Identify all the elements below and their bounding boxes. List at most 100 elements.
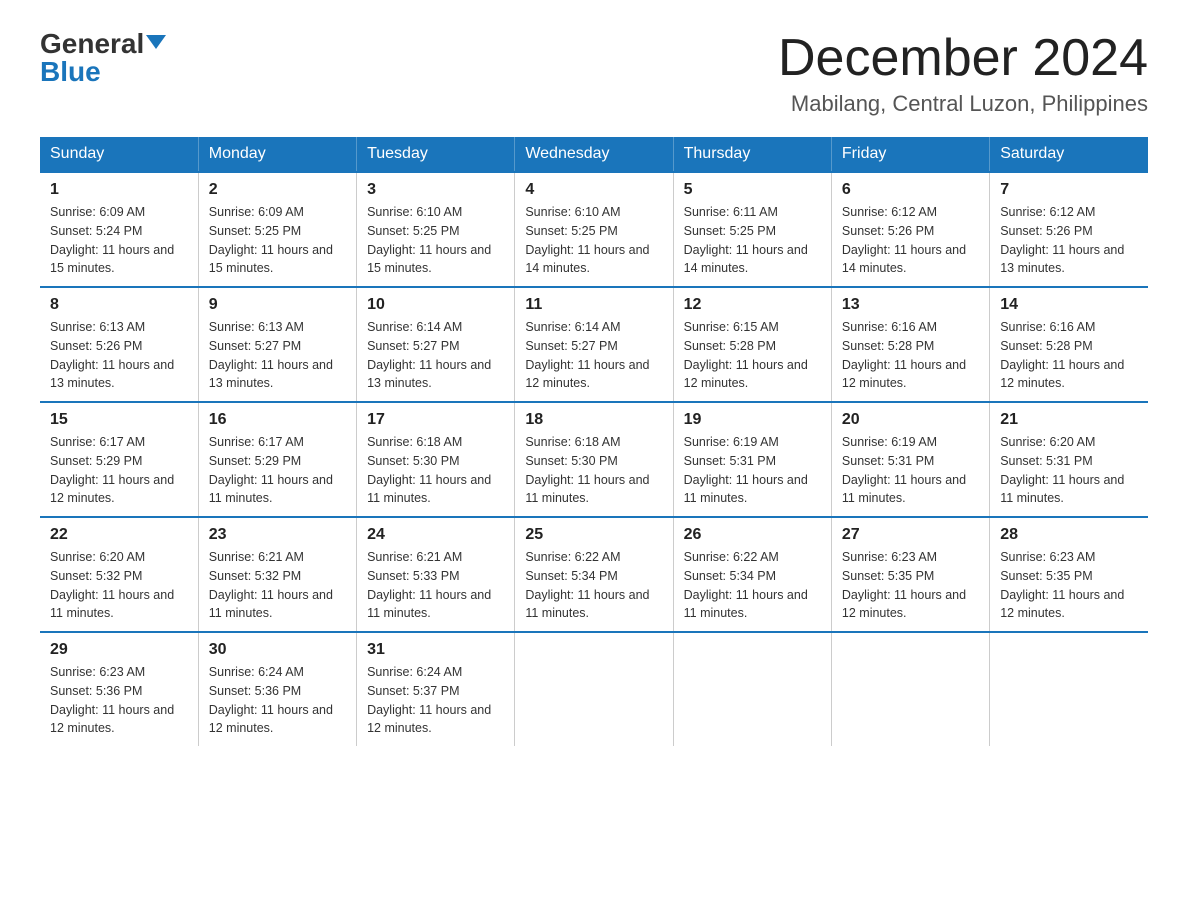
page-header: General Blue December 2024 Mabilang, Cen… [40, 30, 1148, 117]
calendar-cell: 22 Sunrise: 6:20 AMSunset: 5:32 PMDaylig… [40, 517, 198, 632]
header-cell-friday: Friday [831, 137, 989, 172]
calendar-cell: 13 Sunrise: 6:16 AMSunset: 5:28 PMDaylig… [831, 287, 989, 402]
calendar-cell: 12 Sunrise: 6:15 AMSunset: 5:28 PMDaylig… [673, 287, 831, 402]
calendar-cell: 9 Sunrise: 6:13 AMSunset: 5:27 PMDayligh… [198, 287, 356, 402]
day-info: Sunrise: 6:12 AMSunset: 5:26 PMDaylight:… [842, 203, 979, 278]
day-info: Sunrise: 6:11 AMSunset: 5:25 PMDaylight:… [684, 203, 821, 278]
header-cell-thursday: Thursday [673, 137, 831, 172]
day-info: Sunrise: 6:19 AMSunset: 5:31 PMDaylight:… [684, 433, 821, 508]
calendar-cell: 25 Sunrise: 6:22 AMSunset: 5:34 PMDaylig… [515, 517, 673, 632]
day-number: 28 [1000, 526, 1138, 544]
calendar-cell: 18 Sunrise: 6:18 AMSunset: 5:30 PMDaylig… [515, 402, 673, 517]
day-number: 24 [367, 526, 504, 544]
calendar-table: SundayMondayTuesdayWednesdayThursdayFrid… [40, 137, 1148, 746]
day-info: Sunrise: 6:18 AMSunset: 5:30 PMDaylight:… [525, 433, 662, 508]
day-number: 26 [684, 526, 821, 544]
calendar-cell: 17 Sunrise: 6:18 AMSunset: 5:30 PMDaylig… [357, 402, 515, 517]
calendar-cell: 1 Sunrise: 6:09 AMSunset: 5:24 PMDayligh… [40, 172, 198, 287]
calendar-cell [673, 632, 831, 746]
day-info: Sunrise: 6:22 AMSunset: 5:34 PMDaylight:… [684, 548, 821, 623]
day-number: 19 [684, 411, 821, 429]
day-info: Sunrise: 6:21 AMSunset: 5:32 PMDaylight:… [209, 548, 346, 623]
day-info: Sunrise: 6:13 AMSunset: 5:26 PMDaylight:… [50, 318, 188, 393]
calendar-cell [990, 632, 1148, 746]
calendar-cell: 20 Sunrise: 6:19 AMSunset: 5:31 PMDaylig… [831, 402, 989, 517]
calendar-cell: 5 Sunrise: 6:11 AMSunset: 5:25 PMDayligh… [673, 172, 831, 287]
calendar-body: 1 Sunrise: 6:09 AMSunset: 5:24 PMDayligh… [40, 172, 1148, 746]
day-info: Sunrise: 6:19 AMSunset: 5:31 PMDaylight:… [842, 433, 979, 508]
calendar-cell: 4 Sunrise: 6:10 AMSunset: 5:25 PMDayligh… [515, 172, 673, 287]
header-row: SundayMondayTuesdayWednesdayThursdayFrid… [40, 137, 1148, 172]
day-info: Sunrise: 6:16 AMSunset: 5:28 PMDaylight:… [842, 318, 979, 393]
calendar-cell: 6 Sunrise: 6:12 AMSunset: 5:26 PMDayligh… [831, 172, 989, 287]
calendar-cell: 31 Sunrise: 6:24 AMSunset: 5:37 PMDaylig… [357, 632, 515, 746]
calendar-cell: 14 Sunrise: 6:16 AMSunset: 5:28 PMDaylig… [990, 287, 1148, 402]
header-cell-wednesday: Wednesday [515, 137, 673, 172]
header-cell-tuesday: Tuesday [357, 137, 515, 172]
calendar-week-3: 15 Sunrise: 6:17 AMSunset: 5:29 PMDaylig… [40, 402, 1148, 517]
logo-blue-text: Blue [40, 58, 101, 86]
day-info: Sunrise: 6:14 AMSunset: 5:27 PMDaylight:… [525, 318, 662, 393]
day-number: 15 [50, 411, 188, 429]
day-number: 6 [842, 181, 979, 199]
day-info: Sunrise: 6:24 AMSunset: 5:36 PMDaylight:… [209, 663, 346, 738]
calendar-cell: 2 Sunrise: 6:09 AMSunset: 5:25 PMDayligh… [198, 172, 356, 287]
logo-general-text: General [40, 30, 144, 58]
day-info: Sunrise: 6:16 AMSunset: 5:28 PMDaylight:… [1000, 318, 1138, 393]
day-number: 18 [525, 411, 662, 429]
day-info: Sunrise: 6:09 AMSunset: 5:24 PMDaylight:… [50, 203, 188, 278]
calendar-cell: 7 Sunrise: 6:12 AMSunset: 5:26 PMDayligh… [990, 172, 1148, 287]
calendar-header: SundayMondayTuesdayWednesdayThursdayFrid… [40, 137, 1148, 172]
day-info: Sunrise: 6:24 AMSunset: 5:37 PMDaylight:… [367, 663, 504, 738]
location-text: Mabilang, Central Luzon, Philippines [778, 91, 1148, 117]
day-number: 22 [50, 526, 188, 544]
calendar-week-1: 1 Sunrise: 6:09 AMSunset: 5:24 PMDayligh… [40, 172, 1148, 287]
day-number: 23 [209, 526, 346, 544]
calendar-cell: 16 Sunrise: 6:17 AMSunset: 5:29 PMDaylig… [198, 402, 356, 517]
month-title: December 2024 [778, 30, 1148, 87]
day-info: Sunrise: 6:10 AMSunset: 5:25 PMDaylight:… [367, 203, 504, 278]
day-info: Sunrise: 6:22 AMSunset: 5:34 PMDaylight:… [525, 548, 662, 623]
calendar-cell: 10 Sunrise: 6:14 AMSunset: 5:27 PMDaylig… [357, 287, 515, 402]
calendar-cell: 21 Sunrise: 6:20 AMSunset: 5:31 PMDaylig… [990, 402, 1148, 517]
day-number: 27 [842, 526, 979, 544]
calendar-cell [831, 632, 989, 746]
day-number: 1 [50, 181, 188, 199]
day-info: Sunrise: 6:20 AMSunset: 5:32 PMDaylight:… [50, 548, 188, 623]
day-number: 31 [367, 641, 504, 659]
calendar-cell: 15 Sunrise: 6:17 AMSunset: 5:29 PMDaylig… [40, 402, 198, 517]
day-info: Sunrise: 6:09 AMSunset: 5:25 PMDaylight:… [209, 203, 346, 278]
day-number: 30 [209, 641, 346, 659]
day-number: 10 [367, 296, 504, 314]
calendar-week-5: 29 Sunrise: 6:23 AMSunset: 5:36 PMDaylig… [40, 632, 1148, 746]
logo-triangle-icon [146, 35, 166, 49]
day-number: 21 [1000, 411, 1138, 429]
day-info: Sunrise: 6:12 AMSunset: 5:26 PMDaylight:… [1000, 203, 1138, 278]
calendar-cell: 8 Sunrise: 6:13 AMSunset: 5:26 PMDayligh… [40, 287, 198, 402]
day-number: 11 [525, 296, 662, 314]
day-number: 3 [367, 181, 504, 199]
calendar-cell: 23 Sunrise: 6:21 AMSunset: 5:32 PMDaylig… [198, 517, 356, 632]
day-info: Sunrise: 6:15 AMSunset: 5:28 PMDaylight:… [684, 318, 821, 393]
day-info: Sunrise: 6:17 AMSunset: 5:29 PMDaylight:… [50, 433, 188, 508]
calendar-cell: 27 Sunrise: 6:23 AMSunset: 5:35 PMDaylig… [831, 517, 989, 632]
day-info: Sunrise: 6:21 AMSunset: 5:33 PMDaylight:… [367, 548, 504, 623]
title-section: December 2024 Mabilang, Central Luzon, P… [778, 30, 1148, 117]
calendar-cell: 30 Sunrise: 6:24 AMSunset: 5:36 PMDaylig… [198, 632, 356, 746]
day-number: 12 [684, 296, 821, 314]
day-number: 25 [525, 526, 662, 544]
calendar-cell: 3 Sunrise: 6:10 AMSunset: 5:25 PMDayligh… [357, 172, 515, 287]
day-number: 2 [209, 181, 346, 199]
logo: General Blue [40, 30, 166, 86]
day-number: 16 [209, 411, 346, 429]
day-number: 9 [209, 296, 346, 314]
day-info: Sunrise: 6:23 AMSunset: 5:35 PMDaylight:… [842, 548, 979, 623]
day-info: Sunrise: 6:14 AMSunset: 5:27 PMDaylight:… [367, 318, 504, 393]
day-info: Sunrise: 6:10 AMSunset: 5:25 PMDaylight:… [525, 203, 662, 278]
day-number: 8 [50, 296, 188, 314]
calendar-week-4: 22 Sunrise: 6:20 AMSunset: 5:32 PMDaylig… [40, 517, 1148, 632]
day-info: Sunrise: 6:20 AMSunset: 5:31 PMDaylight:… [1000, 433, 1138, 508]
calendar-cell: 28 Sunrise: 6:23 AMSunset: 5:35 PMDaylig… [990, 517, 1148, 632]
day-info: Sunrise: 6:23 AMSunset: 5:36 PMDaylight:… [50, 663, 188, 738]
calendar-cell: 24 Sunrise: 6:21 AMSunset: 5:33 PMDaylig… [357, 517, 515, 632]
